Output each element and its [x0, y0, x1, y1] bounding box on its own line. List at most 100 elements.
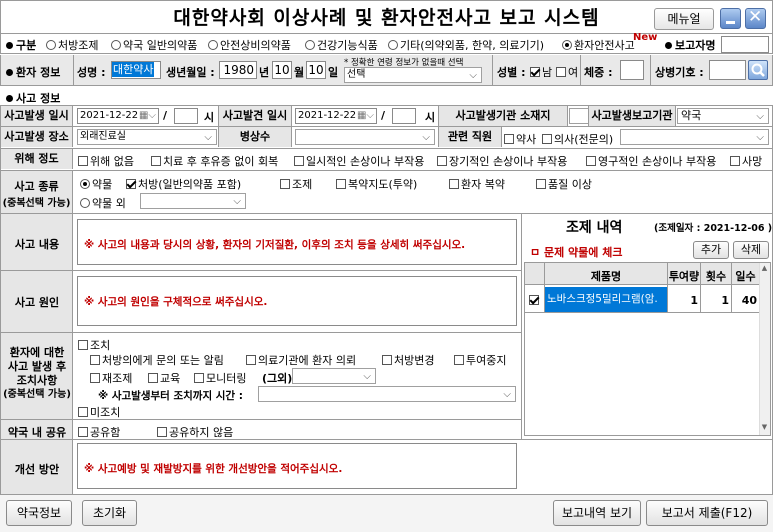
submit-report-button[interactable]: 보고서 제출(F12) — [646, 500, 768, 526]
harm-permanent[interactable]: 영구적인 손상이나 부작용 — [586, 153, 716, 169]
report-org-select[interactable]: 약국 — [677, 108, 769, 125]
action-time-select[interactable] — [258, 386, 516, 403]
reporter-input[interactable] — [721, 36, 769, 53]
ward-label: 병상수 — [218, 127, 292, 147]
content-hint: ※ 사고의 내용과 당시의 상황, 환자의 기저질환, 이후의 조치 등을 상세… — [84, 239, 466, 251]
harm-none[interactable]: 위해 없음 — [78, 153, 134, 169]
rx-row-dose: 1 — [690, 294, 698, 307]
action-stop-dose[interactable]: 투여중지 — [454, 352, 506, 368]
action-other-select[interactable] — [292, 368, 376, 385]
reporter-label: 보고자명 — [665, 37, 715, 53]
staff-select[interactable] — [620, 129, 769, 146]
view-reports-button[interactable]: 보고내역 보기 — [553, 500, 641, 526]
harm-label: 위해 정도 — [1, 149, 73, 169]
category-opt-patient-safety[interactable]: 환자안전사고 — [562, 37, 635, 53]
share-yes[interactable]: 공유함 — [78, 424, 120, 440]
category-label: 구분 — [6, 37, 36, 53]
rx-row-freq: 1 — [721, 294, 729, 307]
sex-female[interactable]: 여 — [556, 64, 578, 80]
found-date-input[interactable]: 2021-12-22 ▦⌵ — [295, 108, 377, 124]
month-unit: 월 — [294, 66, 305, 79]
rx-delete-button[interactable]: 삭제 — [733, 241, 769, 259]
calendar-icon: ▦⌵ — [356, 110, 374, 121]
ward-select[interactable] — [295, 129, 435, 146]
accident-section-label: 사고 정보 — [6, 90, 60, 106]
rx-add-button[interactable]: 추가 — [693, 241, 729, 259]
action-time-label: ※ 사고발생부터 조치까지 시간 : — [98, 390, 243, 402]
staff-doctor[interactable]: 의사(전문의) — [542, 131, 613, 147]
share-no[interactable]: 공유하지 않음 — [157, 424, 233, 440]
rx-row-checkbox[interactable] — [529, 294, 541, 307]
occur-hour-input[interactable] — [174, 108, 198, 124]
rx-col-dose: 투여량 — [668, 270, 700, 283]
birth-year-input[interactable]: 1980 — [219, 61, 257, 79]
category-opt-other[interactable]: 기타(의약외품, 한약, 의료기기) — [388, 37, 544, 53]
weight-label: 체중 : — [584, 66, 613, 79]
found-hour-input[interactable] — [392, 108, 416, 124]
year-unit: 년 — [259, 66, 270, 79]
category-opt-safety[interactable]: 안전상비의약품 — [208, 37, 291, 53]
action-monitoring[interactable]: 모니터링 — [194, 370, 246, 386]
staff-pharmacist[interactable]: 약사 — [504, 131, 536, 147]
harm-long-term[interactable]: 장기적인 손상이나 부작용 — [437, 153, 567, 169]
sex-male[interactable]: 남 — [530, 64, 552, 80]
category-opt-rx[interactable]: 처방조제 — [46, 37, 98, 53]
staff-label: 관련 직원 — [438, 127, 502, 147]
rx-col-days: 일수 — [735, 270, 756, 283]
age-select[interactable]: 선택 — [344, 67, 482, 84]
type-dispensing[interactable]: 조제 — [280, 176, 312, 192]
new-badge: New — [633, 32, 658, 43]
name-input[interactable]: 대한약사 — [111, 61, 161, 79]
rx-problem-label: ㅁ 문제 약물에 체크 — [530, 246, 623, 259]
category-opt-health[interactable]: 건강기능식품 — [305, 37, 378, 53]
occur-hour-unit: 시 — [204, 111, 215, 124]
type-patient-taking[interactable]: 환자 복약 — [449, 176, 505, 192]
occur-date-input[interactable]: 2021-12-22 ▦⌵ — [77, 108, 159, 124]
place-label: 사고발생 장소 — [1, 127, 73, 147]
type-prescription[interactable]: 처방(일반의약품 포함) — [126, 176, 241, 192]
disease-input[interactable] — [709, 60, 746, 80]
rx-scrollbar[interactable] — [759, 263, 770, 435]
rx-col-name: 제품명 — [590, 270, 622, 283]
manual-button[interactable]: 메뉴얼 — [654, 8, 714, 30]
action-education[interactable]: 교육 — [148, 370, 180, 386]
type-non-drug-select[interactable] — [140, 193, 246, 210]
action-other-label: (그외) — [262, 372, 293, 385]
type-drug[interactable]: 약물 — [80, 176, 112, 192]
harm-temporary[interactable]: 일시적인 손상이나 부작용 — [294, 153, 424, 169]
minimize-button[interactable] — [720, 8, 741, 29]
type-quality[interactable]: 품질 이상 — [536, 176, 592, 192]
category-opt-otc[interactable]: 약국 일반의약품 — [111, 37, 197, 53]
type-non-drug[interactable]: 약물 외 — [80, 195, 126, 211]
improve-hint: ※ 사고예방 및 재발방지를 위한 개선방안을 적어주십시오. — [84, 463, 343, 475]
birth-month-input[interactable]: 10 — [272, 61, 292, 79]
type-label: 사고 종류 (중복선택 가능) — [1, 171, 73, 213]
action-redispense[interactable]: 재조제 — [90, 370, 132, 386]
place-select[interactable]: 외래진료실 — [77, 129, 217, 146]
reset-button[interactable]: 초기화 — [82, 500, 137, 526]
action-change-rx[interactable]: 처방변경 — [382, 352, 434, 368]
scroll-up-icon[interactable]: ▲ — [760, 264, 769, 274]
type-counseling[interactable]: 복약지도(투약) — [336, 176, 417, 192]
action-taken[interactable]: 조치 — [78, 337, 110, 353]
pharmacy-info-button[interactable]: 약국정보 — [6, 500, 72, 526]
scroll-down-icon[interactable]: ▼ — [760, 423, 769, 433]
occur-label: 사고발생 일시 — [1, 106, 73, 126]
close-icon: ✕ — [748, 7, 763, 27]
disease-search-button[interactable] — [748, 60, 768, 80]
weight-input[interactable] — [620, 60, 644, 80]
rx-row-name: 노바스크정5밀리그램(암. — [545, 287, 667, 312]
share-label: 약국 내 공유 — [7, 426, 67, 439]
action-refer-hospital[interactable]: 의료기관에 환자 의뢰 — [246, 352, 356, 368]
birth-day-input[interactable]: 10 — [306, 61, 326, 79]
harm-death[interactable]: 사망 — [730, 153, 762, 169]
disease-label: 상병기호 : — [655, 66, 704, 79]
close-button[interactable]: ✕ — [745, 7, 766, 29]
action-notify-prescriber[interactable]: 처방의에게 문의 또는 알림 — [90, 352, 224, 368]
found-label: 사고발견 일시 — [218, 106, 292, 126]
rx-col-freq: 횟수 — [705, 270, 727, 283]
harm-recovered[interactable]: 치료 후 후유증 없이 회복 — [151, 153, 278, 169]
action-not-taken[interactable]: 미조치 — [78, 404, 120, 420]
search-icon — [751, 63, 765, 77]
rx-date: (조제일자 : 2021-12-06 ) — [654, 223, 773, 234]
